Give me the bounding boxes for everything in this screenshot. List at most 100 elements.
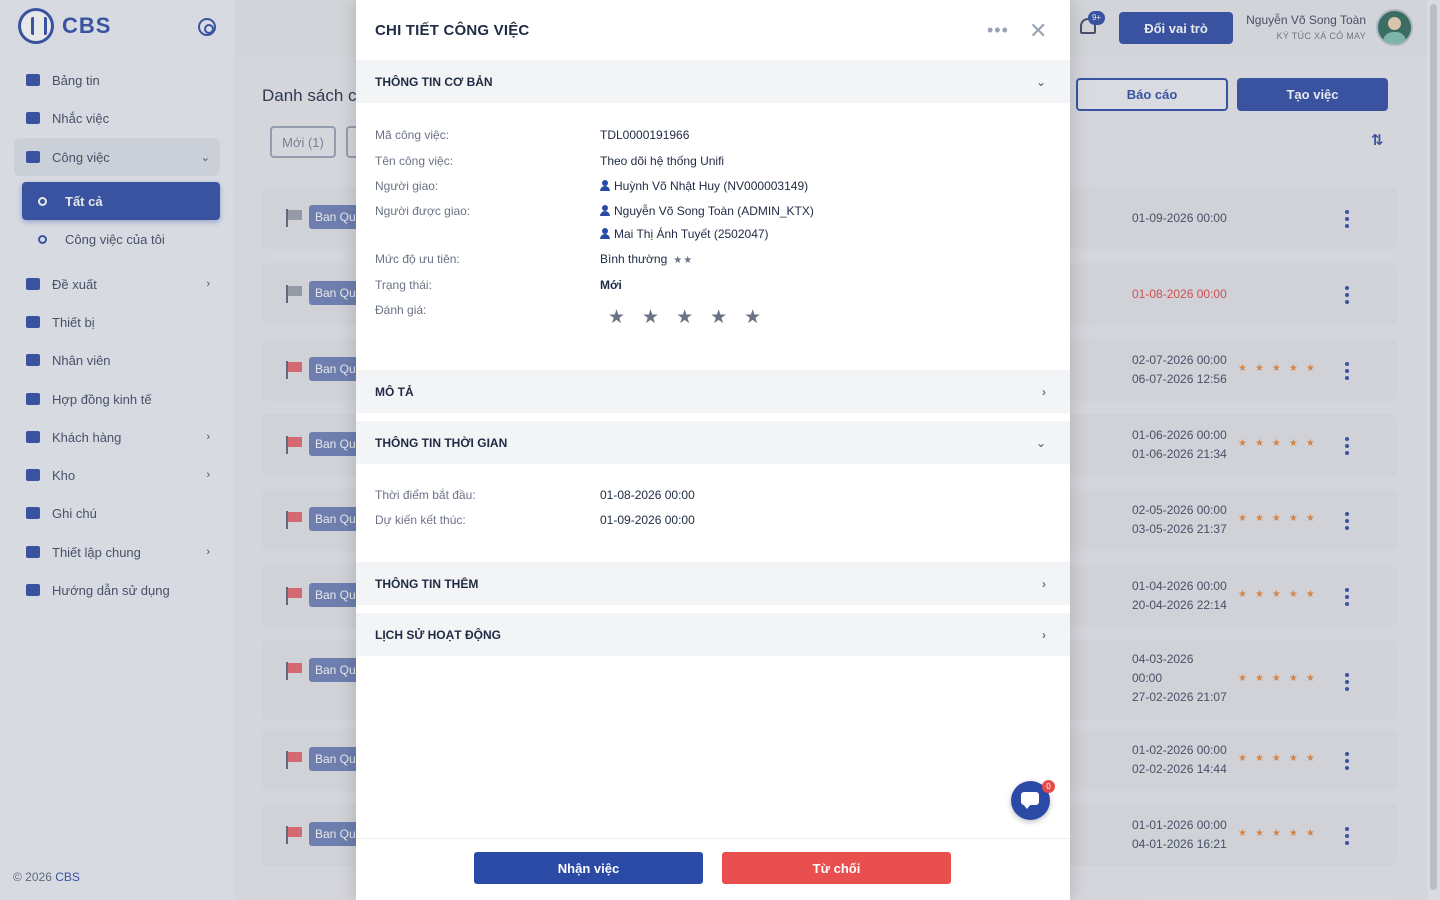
more-vertical-icon[interactable] <box>1345 588 1351 609</box>
sidebar-subitem-label: Tất cả <box>65 193 103 209</box>
rating-star-icon: ★★★★★ <box>1238 438 1323 449</box>
sidebar-item-devices[interactable]: Thiết bị <box>14 303 220 341</box>
rating-label: Đánh giá: <box>375 303 427 317</box>
chevron-right-icon: › <box>1042 627 1046 642</box>
more-vertical-icon[interactable] <box>1345 673 1351 694</box>
status-label: Trạng thái: <box>375 278 432 292</box>
flag-icon <box>286 285 302 303</box>
switch-role-button[interactable]: Đổi vai trò <box>1119 12 1233 44</box>
task-deadline: 02-05-2026 00:00 <box>1132 503 1227 517</box>
assigner-label: Người giao: <box>375 179 439 193</box>
sidebar-item-label: Đề xuất <box>52 276 97 292</box>
task-completed-at: 27-02-2026 21:07 <box>1132 690 1227 704</box>
assignees-label: Người được giao: <box>375 204 471 218</box>
end-time-label: Dự kiến kết thúc: <box>375 513 466 527</box>
more-vertical-icon[interactable] <box>1345 752 1351 773</box>
section-title: MÔ TẢ <box>375 384 414 399</box>
more-vertical-icon[interactable] <box>1345 362 1351 383</box>
person-icon <box>600 205 610 216</box>
sidebar-collapse-button[interactable] <box>198 18 216 36</box>
section-title: THÔNG TIN CƠ BẢN <box>375 74 493 89</box>
sidebar-item-label: Hợp đồng kinh tế <box>52 391 152 407</box>
page-scrollbar[interactable] <box>1427 0 1440 900</box>
rating-star-icon: ★★★★★ <box>1238 589 1323 600</box>
chevron-right-icon: › <box>206 469 210 481</box>
sidebar-item-staff[interactable]: Nhân viên <box>14 341 220 379</box>
hourglass-logo-icon <box>18 8 54 44</box>
sidebar-item-customers[interactable]: Khách hàng › <box>14 418 220 456</box>
section-activity-history[interactable]: LỊCH SỬ HOẠT ĐỘNG › <box>356 613 1070 656</box>
more-vertical-icon[interactable] <box>1345 286 1351 307</box>
reject-task-button[interactable]: Từ chối <box>722 852 951 884</box>
person-icon <box>600 228 610 239</box>
section-time-info[interactable]: THÔNG TIN THỜI GIAN ⌄ <box>356 421 1070 464</box>
create-task-button[interactable]: Tạo việc <box>1237 78 1388 111</box>
warehouse-icon <box>26 469 40 481</box>
sidebar-item-guide[interactable]: Hướng dẫn sử dụng <box>14 571 220 609</box>
notification-badge: 9+ <box>1088 11 1105 25</box>
task-name-value: Theo dõi hệ thống Unifi <box>600 154 725 168</box>
more-vertical-icon[interactable] <box>1345 512 1351 533</box>
sidebar-subitem-all[interactable]: Tất cả <box>22 182 220 220</box>
section-title: LỊCH SỬ HOẠT ĐỘNG <box>375 627 501 642</box>
person-icon <box>600 180 610 191</box>
sidebar-item-contracts[interactable]: Hợp đồng kinh tế <box>14 380 220 418</box>
status-value: Mới <box>600 278 622 292</box>
close-icon[interactable]: ✕ <box>1029 18 1047 44</box>
flag-icon <box>286 662 302 680</box>
more-options-icon[interactable]: ••• <box>987 20 1009 41</box>
assigner-name: Huỳnh Võ Nhật Huy (NV000003149) <box>614 179 809 193</box>
flag-icon <box>286 209 302 227</box>
flag-icon <box>286 436 302 454</box>
section-basic-info[interactable]: THÔNG TIN CƠ BẢN ⌄ <box>356 60 1070 103</box>
task-deadline: 01-02-2026 00:00 <box>1132 743 1227 757</box>
task-deadline: 02-07-2026 00:00 <box>1132 353 1227 367</box>
sidebar-subitem-my-tasks[interactable]: Công việc của tôi <box>22 220 220 258</box>
contract-icon <box>26 393 40 405</box>
sort-icon[interactable]: ⇅ <box>1371 131 1384 149</box>
page-title: Danh sách c <box>262 86 357 105</box>
more-vertical-icon[interactable] <box>1345 437 1351 458</box>
guide-icon <box>26 584 40 596</box>
rating-star-icon[interactable]: ★★★★★ <box>608 306 778 329</box>
avatar[interactable] <box>1376 9 1413 46</box>
sidebar-item-label: Công việc <box>52 149 110 165</box>
copyright-brand-link[interactable]: CBS <box>55 870 80 884</box>
filter-chip-new[interactable]: Mới (1) <box>270 126 336 158</box>
task-deadline: 04-03-2026 <box>1132 652 1194 666</box>
chevron-down-icon: ⌄ <box>200 151 210 164</box>
gear-icon <box>26 546 40 558</box>
section-description[interactable]: MÔ TẢ › <box>356 370 1070 413</box>
more-vertical-icon[interactable] <box>1345 210 1351 231</box>
task-deadline: 01-09-2026 00:00 <box>1132 211 1227 225</box>
app-logo[interactable]: CBS <box>18 8 111 44</box>
scrollbar-thumb[interactable] <box>1430 4 1437 890</box>
assignee-name: Nguyễn Võ Song Toàn (ADMIN_KTX) <box>614 204 814 218</box>
more-vertical-icon[interactable] <box>1345 827 1351 848</box>
rating-star-icon: ★★★★★ <box>1238 673 1323 684</box>
sidebar-item-notes[interactable]: Ghi chú <box>14 494 220 532</box>
sidebar-item-settings[interactable]: Thiết lập chung › <box>14 533 220 571</box>
megaphone-icon <box>26 112 40 124</box>
accept-task-button[interactable]: Nhận việc <box>474 852 703 884</box>
bullet-icon <box>38 234 47 244</box>
section-extra-info[interactable]: THÔNG TIN THÊM › <box>356 562 1070 605</box>
sidebar-item-label: Hướng dẫn sử dụng <box>52 582 170 598</box>
chat-badge: 0 <box>1042 780 1055 793</box>
task-completed-at: 03-05-2026 21:37 <box>1132 522 1227 536</box>
report-button[interactable]: Báo cáo <box>1076 78 1228 111</box>
sidebar-item-reminders[interactable]: Nhắc việc <box>14 99 220 137</box>
sidebar-item-tasks[interactable]: Công việc ⌄ <box>14 138 220 176</box>
sidebar-item-proposals[interactable]: Đề xuất › <box>14 265 220 303</box>
device-icon <box>26 316 40 328</box>
chevron-right-icon: › <box>1042 384 1046 399</box>
rating-star-icon: ★★★★★ <box>1238 753 1323 764</box>
start-time-label: Thời điểm bắt đầu: <box>375 488 476 502</box>
chevron-right-icon: › <box>206 546 210 558</box>
sidebar-item-label: Nhắc việc <box>52 110 110 126</box>
chevron-down-icon: ⌄ <box>1035 435 1046 450</box>
sidebar-item-label: Bảng tin <box>52 72 100 88</box>
sidebar-item-news[interactable]: Bảng tin <box>14 61 220 99</box>
sidebar-item-warehouse[interactable]: Kho › <box>14 456 220 494</box>
task-code-label: Mã công việc: <box>375 128 450 142</box>
